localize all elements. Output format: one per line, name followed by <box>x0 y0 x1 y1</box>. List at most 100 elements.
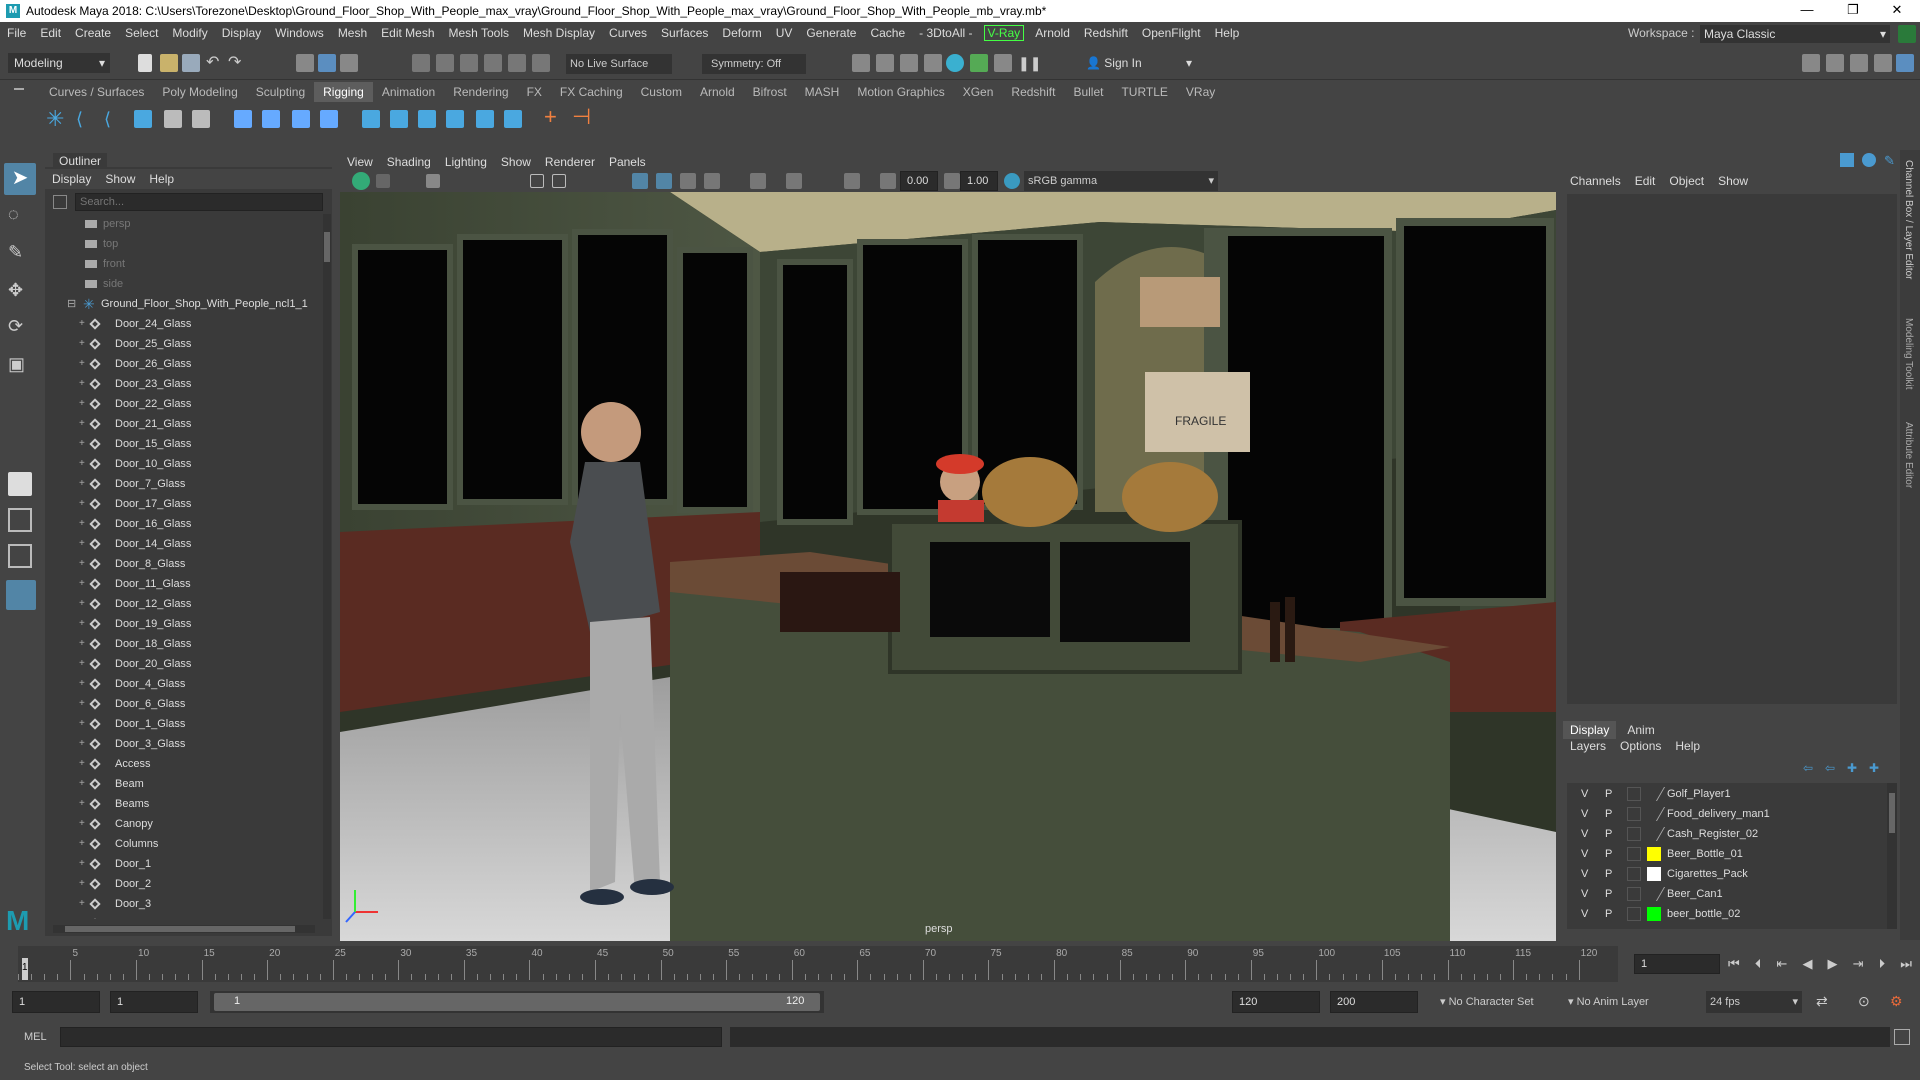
parent-icon[interactable]: ⊣ <box>572 106 591 128</box>
play-backward-icon[interactable]: ◀ <box>1802 956 1812 974</box>
outliner-camera-item[interactable]: top <box>45 234 323 254</box>
animation-end-field[interactable]: 200 <box>1330 991 1418 1013</box>
collapse-icon[interactable]: ⊟ <box>67 294 76 314</box>
rotate-tool-icon[interactable]: ⟳ <box>8 316 32 340</box>
reference-toggle[interactable] <box>1627 807 1641 821</box>
camera-select-icon[interactable] <box>352 172 370 190</box>
expand-icon[interactable]: + <box>79 514 85 534</box>
current-frame-field[interactable]: 1 <box>1634 954 1720 974</box>
mel-label[interactable]: MEL <box>24 1031 47 1043</box>
reference-toggle[interactable] <box>1627 827 1641 841</box>
expand-icon[interactable]: + <box>79 574 85 594</box>
step-forward-icon[interactable]: ⏵ <box>1879 956 1886 974</box>
step-back-key-icon[interactable]: ⇤ <box>1776 956 1787 974</box>
viewport-menu-show[interactable]: Show <box>494 155 538 169</box>
channel-box-toggle-icon[interactable] <box>1840 153 1854 167</box>
menu-deform[interactable]: Deform <box>715 26 768 40</box>
playback-toggle[interactable]: P <box>1605 888 1612 900</box>
shelf-tab-poly-modeling[interactable]: Poly Modeling <box>153 85 246 99</box>
select-hierarchy-icon[interactable] <box>296 54 314 72</box>
save-scene-icon[interactable] <box>182 54 200 72</box>
outliner-item[interactable]: + Door_12_Glass <box>45 594 323 614</box>
playback-toggle[interactable]: P <box>1605 848 1612 860</box>
playback-toggle[interactable]: P <box>1605 908 1612 920</box>
paint-select-icon[interactable]: ✎ <box>8 242 32 266</box>
lights-icon[interactable] <box>704 173 720 189</box>
outliner-item[interactable]: + Door_15_Glass <box>45 434 323 454</box>
layer-color-swatch[interactable] <box>1647 867 1661 881</box>
expand-icon[interactable]: + <box>79 534 85 554</box>
expand-icon[interactable]: + <box>79 874 85 894</box>
outliner-item[interactable]: + Door_4_Glass <box>45 674 323 694</box>
expand-icon[interactable]: + <box>79 474 85 494</box>
layer-color-swatch[interactable] <box>1647 907 1661 921</box>
snap-surface-icon[interactable] <box>508 54 526 72</box>
expand-icon[interactable]: + <box>79 594 85 614</box>
new-empty-layer-icon[interactable]: ✚ <box>1847 761 1861 775</box>
xray-icon[interactable] <box>844 173 860 189</box>
film-gate-icon[interactable] <box>552 174 566 188</box>
two-view-layout-icon[interactable] <box>8 544 32 568</box>
menu-3dtoall[interactable]: - 3DtoAll - <box>912 26 979 40</box>
expand-icon[interactable]: + <box>79 374 85 394</box>
outliner-item[interactable]: + Door_23_Glass <box>45 374 323 394</box>
color-space-dropdown[interactable]: sRGB gamma ▾ <box>1024 171 1218 191</box>
expand-icon[interactable]: + <box>79 794 85 814</box>
ipr-render-icon[interactable] <box>900 54 918 72</box>
menu-mesh[interactable]: Mesh <box>331 26 374 40</box>
menu-create[interactable]: Create <box>68 26 118 40</box>
step-back-icon[interactable]: ⏴ <box>1755 956 1762 974</box>
channels-menu[interactable]: Channels <box>1563 174 1628 188</box>
viewport-menu-view[interactable]: View <box>340 155 380 169</box>
attribute-editor-side-tab[interactable]: Attribute Editor <box>1903 422 1914 488</box>
sign-in-button[interactable]: 👤 Sign In ▾ <box>1084 53 1196 73</box>
outliner-item[interactable]: + Door_16_Glass <box>45 514 323 534</box>
scale-tool-icon[interactable]: ▣ <box>8 354 32 378</box>
shelf-tab-bifrost[interactable]: Bifrost <box>744 85 796 99</box>
fps-dropdown[interactable]: 24 fps ▾ <box>1706 991 1802 1013</box>
vray-ipr-icon[interactable] <box>994 54 1012 72</box>
outliner-hscroll[interactable] <box>53 925 315 933</box>
display-layers-tab[interactable]: Display <box>1563 721 1617 739</box>
auto-key-icon[interactable]: ⊙ <box>1858 993 1870 1010</box>
quick-rig-icon[interactable] <box>192 110 210 128</box>
menu-arnold[interactable]: Arnold <box>1028 26 1077 40</box>
layer-row[interactable]: V P Golf_Player1 <box>1575 785 1885 805</box>
range-bar[interactable]: 1 120 <box>210 991 824 1013</box>
cluster-icon[interactable] <box>234 110 252 128</box>
expand-icon[interactable]: + <box>79 414 85 434</box>
render-settings-icon[interactable] <box>924 54 942 72</box>
show-menu[interactable]: Show <box>1711 174 1755 188</box>
outliner-camera-item[interactable]: persp <box>45 214 323 234</box>
outliner-item[interactable]: + Door_10_Glass <box>45 454 323 474</box>
edit-icon[interactable]: ✎ <box>1884 153 1898 168</box>
visibility-toggle[interactable]: V <box>1581 848 1588 860</box>
playback-end-field[interactable]: 120 <box>1232 991 1320 1013</box>
anim-layers-tab[interactable]: Anim <box>1620 723 1661 737</box>
shelf-tab-arnold[interactable]: Arnold <box>691 85 744 99</box>
new-scene-icon[interactable] <box>138 54 152 72</box>
outliner-layout-icon[interactable] <box>6 580 36 610</box>
menu-redshift[interactable]: Redshift <box>1077 26 1135 40</box>
outliner-vscroll[interactable] <box>323 214 331 919</box>
perspective-viewport[interactable]: FRAGILE persp <box>340 192 1556 941</box>
expand-icon[interactable]: + <box>79 774 85 794</box>
layers-menu[interactable]: Layers <box>1563 739 1613 753</box>
symmetry-dropdown[interactable]: Symmetry: Off <box>702 54 806 74</box>
outliner-item[interactable]: + Access <box>45 754 323 774</box>
modeling-toolkit-side-tab[interactable]: Modeling Toolkit <box>1903 318 1914 390</box>
range-handle[interactable]: 1 120 <box>214 993 820 1011</box>
expand-icon[interactable]: + <box>79 314 85 334</box>
outliner-camera-item[interactable]: front <box>45 254 323 274</box>
outliner-item[interactable]: + Door_20_Glass <box>45 654 323 674</box>
outliner-menu-display[interactable]: Display <box>45 172 98 186</box>
pause-icon[interactable]: ❚❚ <box>1018 54 1041 72</box>
layer-editor-toggle-icon[interactable] <box>1862 153 1876 167</box>
textured-icon[interactable] <box>680 173 696 189</box>
snap-view-icon[interactable] <box>484 54 502 72</box>
expand-icon[interactable]: + <box>79 674 85 694</box>
snap-pivot-icon[interactable] <box>532 54 550 72</box>
isolate-select-icon[interactable] <box>786 173 802 189</box>
move-layer-down-icon[interactable]: ⇦ <box>1825 761 1839 775</box>
humanik-icon[interactable] <box>164 110 182 128</box>
